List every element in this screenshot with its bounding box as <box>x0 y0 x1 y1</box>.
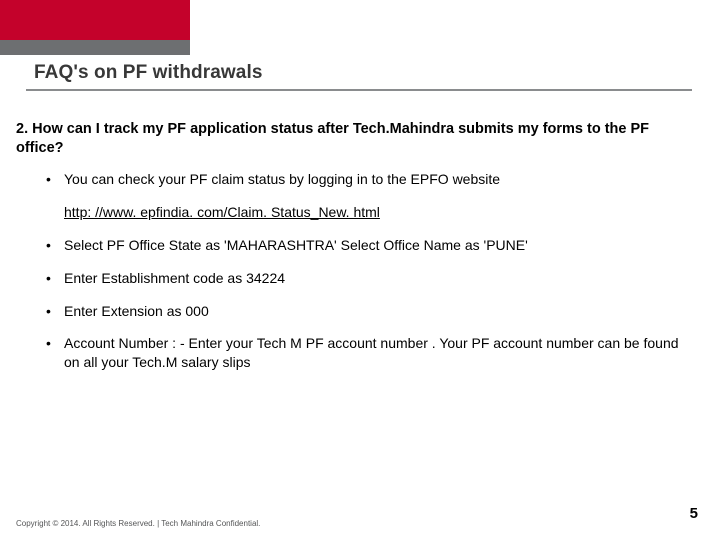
list-item: You can check your PF claim status by lo… <box>44 170 684 189</box>
epfo-link[interactable]: http: //www. epfindia. com/Claim. Status… <box>64 203 380 222</box>
bullet-text: You can check your PF claim status by lo… <box>64 171 500 187</box>
bullet-text: Select PF Office State as 'MAHARASHTRA' … <box>64 237 528 253</box>
bullet-text: Enter Extension as 000 <box>64 303 209 319</box>
bullet-text: Account Number : - Enter your Tech M PF … <box>64 335 679 370</box>
list-item: http: //www. epfindia. com/Claim. Status… <box>44 203 684 222</box>
list-item: Enter Establishment code as 34224 <box>44 269 684 288</box>
slide-title: FAQ's on PF withdrawals <box>34 62 263 84</box>
list-item: Enter Extension as 000 <box>44 302 684 321</box>
bullet-text: Enter Establishment code as 34224 <box>64 270 285 286</box>
faq-question: 2. How can I track my PF application sta… <box>16 120 686 158</box>
bullet-list: You can check your PF claim status by lo… <box>44 170 684 386</box>
list-item: Select PF Office State as 'MAHARASHTRA' … <box>44 236 684 255</box>
copyright-text: Copyright © 2014. All Rights Reserved. |… <box>16 519 260 528</box>
list-item: Account Number : - Enter your Tech M PF … <box>44 334 684 372</box>
brand-banner <box>0 0 190 55</box>
page-number: 5 <box>690 505 698 522</box>
title-underline <box>26 89 692 91</box>
